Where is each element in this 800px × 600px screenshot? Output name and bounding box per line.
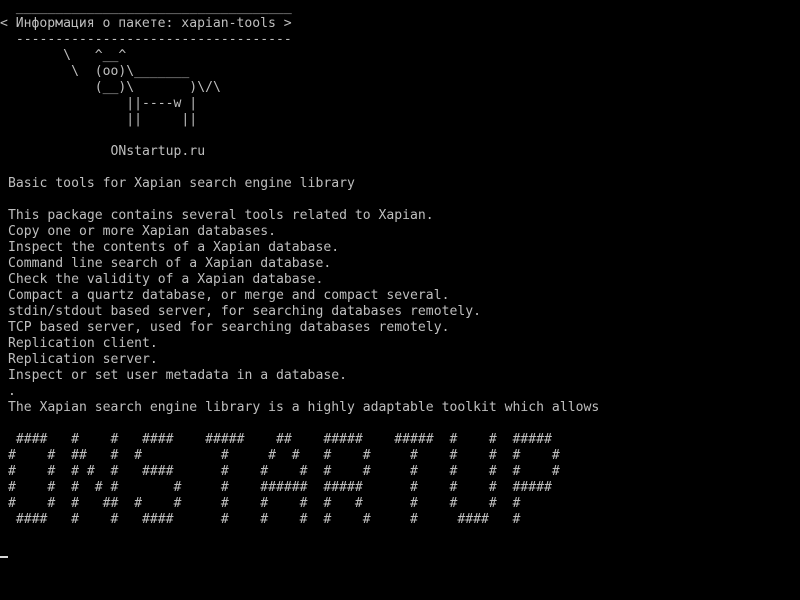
description-line: stdin/stdout based server, for searching… bbox=[8, 304, 481, 319]
description-line: Compact a quartz database, or merge and … bbox=[8, 288, 450, 303]
description-line: TCP based server, used for searching dat… bbox=[8, 320, 450, 335]
banner-line: # # # # # # # ###### ##### # # # ##### bbox=[8, 480, 552, 495]
description-line: Replication client. bbox=[8, 336, 158, 351]
description-line: Check the validity of a Xapian database. bbox=[8, 272, 324, 287]
banner-line: #### # # #### ##### ## ##### ##### # # #… bbox=[8, 432, 552, 447]
description-line: Inspect or set user metadata in a databa… bbox=[8, 368, 347, 383]
cow-art-line: \ (oo)\_______ bbox=[8, 64, 190, 79]
cowsay-top-border: ___________________________________ bbox=[8, 0, 292, 15]
description-line: Inspect the contents of a Xapian databas… bbox=[8, 240, 340, 255]
banner-line: # # # # # #### # # # # # # # # # # bbox=[8, 464, 560, 479]
cow-art-line: \ ^__^ bbox=[8, 48, 127, 63]
banner-line: #### # # #### # # # # # # #### # bbox=[8, 512, 521, 527]
cow-art-line: ||----w | bbox=[8, 96, 198, 111]
package-info-title: < Информация о пакете: xapian-tools > bbox=[0, 16, 292, 31]
cowsay-bottom-border: ----------------------------------- bbox=[8, 32, 292, 47]
description-line: . bbox=[8, 384, 16, 399]
description-line: The Xapian search engine library is a hi… bbox=[8, 400, 600, 415]
banner-line: # # ## # # # # # # # # # # # # bbox=[8, 448, 560, 463]
description-line: This package contains several tools rela… bbox=[8, 208, 434, 223]
text-cursor bbox=[0, 556, 8, 558]
site-name: ONstartup.ru bbox=[8, 144, 206, 159]
package-summary: Basic tools for Xapian search engine lib… bbox=[8, 176, 355, 191]
cow-art-line: || || bbox=[8, 112, 198, 127]
cow-art-line: (__)\ )\/\ bbox=[8, 80, 221, 95]
terminal-screen[interactable]: ___________________________________ < Ин… bbox=[0, 0, 800, 600]
description-line: Replication server. bbox=[8, 352, 158, 367]
description-line: Command line search of a Xapian database… bbox=[8, 256, 332, 271]
banner-line: # # # ## # # # # # # # # # # # bbox=[8, 496, 521, 511]
description-line: Copy one or more Xapian databases. bbox=[8, 224, 277, 239]
